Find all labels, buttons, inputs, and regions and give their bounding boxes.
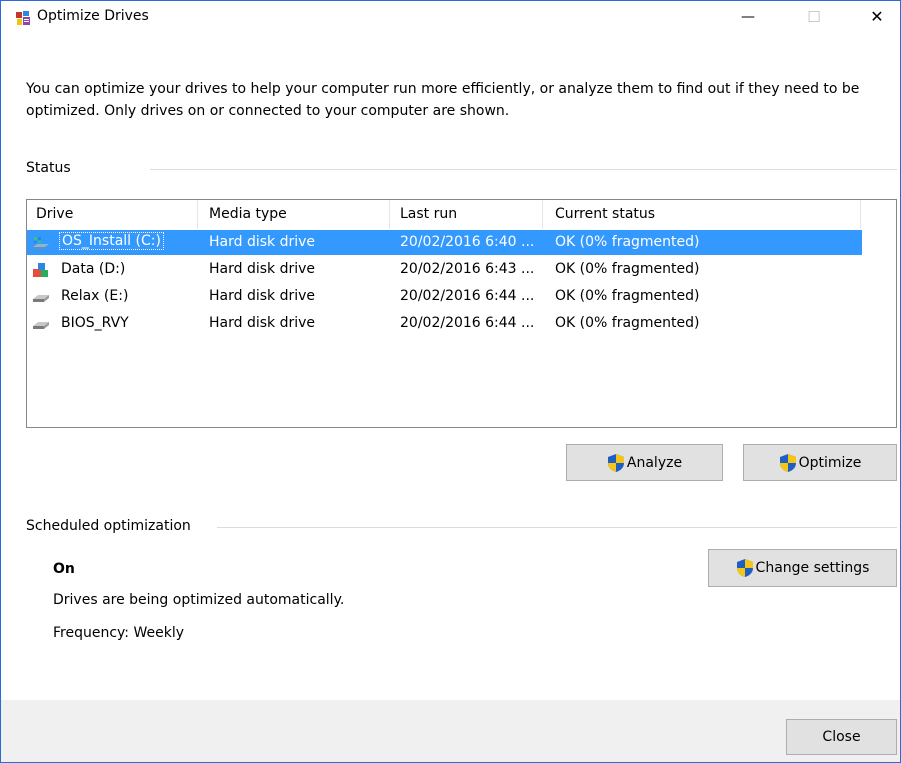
- drive-row-c[interactable]: OS_Install (C:) Hard disk drive 20/02/20…: [27, 230, 862, 255]
- hard-drive-icon: [33, 295, 49, 302]
- drive-current-status: OK (0% fragmented): [555, 234, 700, 250]
- uac-shield-icon: [779, 453, 796, 472]
- status-divider: [150, 169, 897, 170]
- drive-list-scroll-area[interactable]: [862, 200, 896, 427]
- optimize-label: Optimize: [798, 454, 862, 471]
- status-group-label: Status: [26, 160, 71, 176]
- hard-drive-icon: [33, 322, 49, 329]
- minimize-icon: —: [741, 8, 755, 25]
- scheduled-group-label: Scheduled optimization: [26, 518, 191, 534]
- change-settings-label: Change settings: [755, 560, 870, 576]
- uac-shield-icon: [607, 453, 624, 472]
- drive-name: OS_Install (C:): [59, 232, 164, 250]
- close-icon: ✕: [870, 7, 884, 26]
- drive-last-run: 20/02/2016 6:44 ...: [400, 315, 535, 331]
- drive-last-run: 20/02/2016 6:44 ...: [400, 288, 535, 304]
- minimize-button[interactable]: —: [725, 1, 771, 32]
- drive-row-bios-rvy[interactable]: BIOS_RVY Hard disk drive 20/02/2016 6:44…: [27, 311, 862, 336]
- optimize-button[interactable]: Optimize: [743, 444, 897, 481]
- drive-media-type: Hard disk drive: [209, 234, 316, 250]
- schedule-frequency: Frequency: Weekly: [53, 625, 185, 641]
- drive-current-status: OK (0% fragmented): [555, 288, 700, 304]
- drive-row-d[interactable]: Data (D:) Hard disk drive 20/02/2016 6:4…: [27, 257, 862, 282]
- drive-name: Relax (E:): [61, 288, 129, 304]
- column-separator[interactable]: [860, 200, 861, 229]
- drive-list-header: Drive Media type Last run Current status: [27, 200, 896, 229]
- footer-bar: Close: [1, 700, 900, 762]
- column-separator[interactable]: [542, 200, 543, 229]
- maximize-button[interactable]: ☐: [791, 1, 837, 32]
- uac-shield-icon: [736, 559, 753, 577]
- intro-text: You can optimize your drives to help you…: [26, 81, 860, 119]
- drive-row-e[interactable]: Relax (E:) Hard disk drive 20/02/2016 6:…: [27, 284, 862, 309]
- drive-current-status: OK (0% fragmented): [555, 315, 700, 331]
- column-header-media-type[interactable]: Media type: [209, 206, 287, 222]
- scheduled-divider: [217, 527, 897, 528]
- drive-current-status: OK (0% fragmented): [555, 261, 700, 277]
- optimize-drives-window: Optimize Drives — ☐ ✕ You can optimize y…: [0, 0, 901, 763]
- drive-media-type: Hard disk drive: [209, 315, 316, 331]
- column-header-drive[interactable]: Drive: [36, 206, 73, 222]
- close-window-button[interactable]: ✕: [854, 1, 900, 32]
- title-bar[interactable]: Optimize Drives — ☐ ✕: [1, 1, 900, 32]
- analyze-button[interactable]: Analyze: [566, 444, 723, 481]
- column-header-last-run[interactable]: Last run: [400, 206, 457, 222]
- schedule-description: Drives are being optimized automatically…: [53, 592, 345, 608]
- close-button[interactable]: Close: [786, 719, 897, 755]
- change-settings-button[interactable]: Change settings: [708, 549, 897, 587]
- drive-media-type: Hard disk drive: [209, 288, 316, 304]
- drive-last-run: 20/02/2016 6:40 ...: [400, 234, 535, 250]
- schedule-state: On: [53, 561, 75, 577]
- drive-name: Data (D:): [61, 261, 126, 277]
- drive-media-type: Hard disk drive: [209, 261, 316, 277]
- windows-drive-icon: [33, 237, 49, 249]
- optimize-drives-app-icon: [16, 11, 30, 25]
- column-separator[interactable]: [197, 200, 198, 229]
- drive-last-run: 20/02/2016 6:43 ...: [400, 261, 535, 277]
- close-label: Close: [822, 729, 861, 745]
- drive-name: BIOS_RVY: [61, 315, 129, 331]
- drive-list[interactable]: Drive Media type Last run Current status…: [26, 199, 897, 428]
- data-drive-icon: [33, 263, 48, 277]
- column-separator[interactable]: [389, 200, 390, 229]
- column-header-current-status[interactable]: Current status: [555, 206, 655, 222]
- maximize-icon: ☐: [807, 7, 821, 26]
- analyze-label: Analyze: [626, 454, 683, 471]
- window-title: Optimize Drives: [37, 8, 149, 24]
